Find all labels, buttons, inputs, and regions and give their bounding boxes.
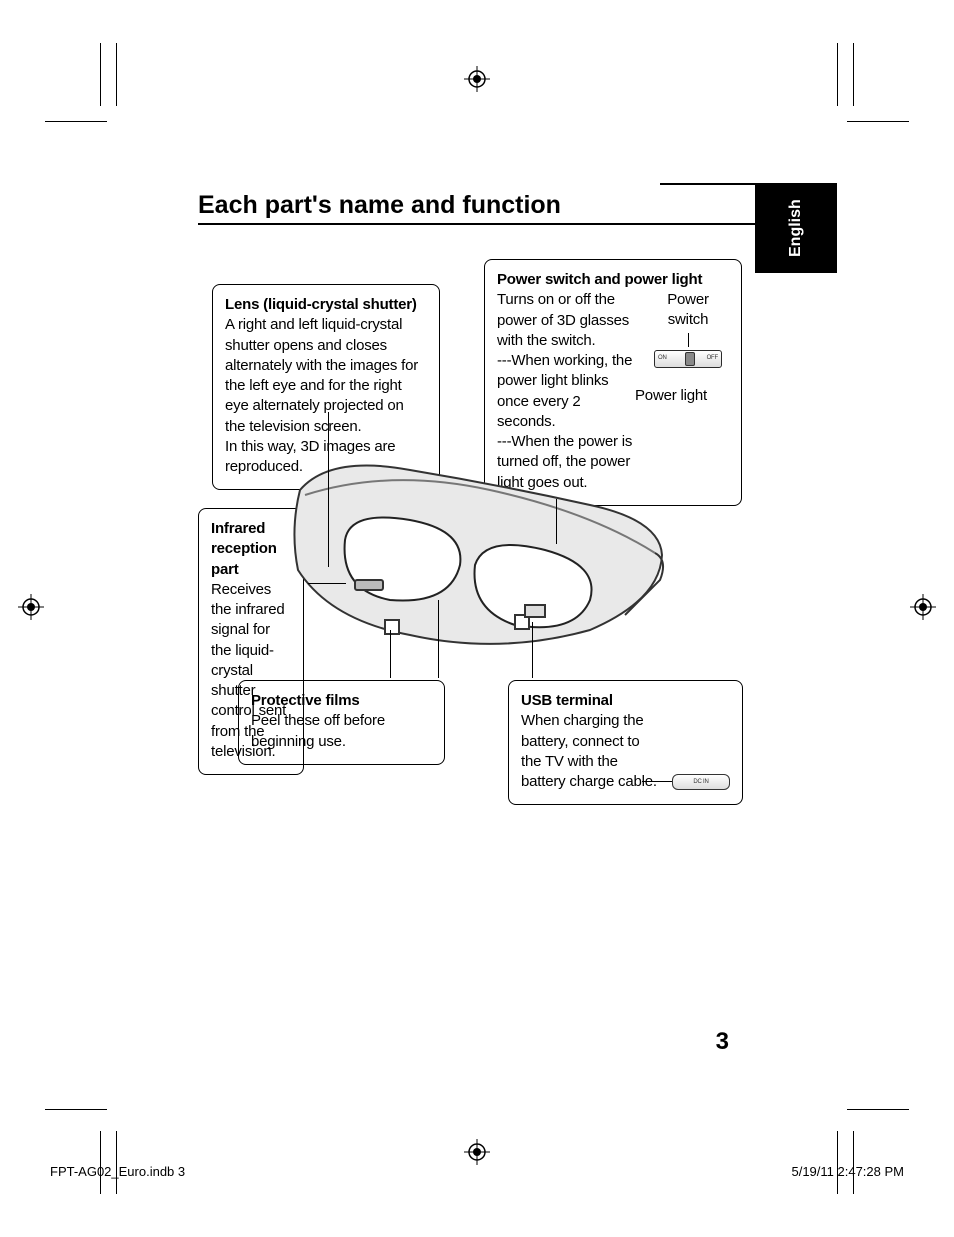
callout-title: Protective films: [251, 691, 432, 711]
registration-mark-icon: [910, 594, 936, 620]
leader-line: [390, 630, 391, 678]
crop-mark: [847, 121, 909, 122]
leader-line: [308, 583, 346, 584]
registration-mark-icon: [464, 1139, 490, 1165]
crop-mark: [45, 1109, 107, 1110]
registration-mark-icon: [18, 594, 44, 620]
crop-mark: [45, 121, 107, 122]
crop-mark: [100, 43, 101, 106]
leader-line: [688, 333, 689, 347]
registration-mark-icon: [464, 66, 490, 92]
leader-line: [532, 622, 533, 678]
callout-title: USB terminal: [521, 691, 730, 711]
language-tab: English: [755, 183, 837, 273]
usb-port-label: DC IN: [693, 778, 708, 786]
power-switch-icon: ON OFF: [654, 350, 722, 368]
power-switch-label: Power switch: [647, 290, 729, 329]
callout-body: Peel these off before beginning use.: [251, 711, 432, 752]
callout-title: Infrared reception part: [211, 519, 291, 580]
switch-off-label: OFF: [707, 355, 718, 363]
crop-mark: [837, 1131, 838, 1194]
crop-mark: [100, 1131, 101, 1194]
footer-timestamp: 5/19/11 2:47:28 PM: [791, 1164, 904, 1179]
crop-mark: [116, 43, 117, 106]
power-light-label: Power light: [635, 386, 729, 406]
switch-on-label: ON: [658, 355, 667, 363]
usb-port-icon: DC IN: [672, 774, 730, 790]
crop-mark: [847, 1109, 909, 1110]
rule-line: [660, 183, 755, 185]
callout-title: Power switch and power light: [497, 270, 729, 290]
glasses-diagram: [290, 450, 670, 670]
leader-line: [642, 781, 672, 782]
crop-mark: [116, 1131, 117, 1194]
rule-line: [198, 223, 755, 225]
leader-line: [438, 600, 439, 678]
crop-mark: [853, 43, 854, 106]
crop-mark: [853, 1131, 854, 1194]
footer: FPT-AG02_Euro.indb 3 5/19/11 2:47:28 PM: [50, 1164, 904, 1179]
page-number: 3: [716, 1028, 729, 1056]
switch-knob-icon: [685, 352, 695, 366]
callout-usb-terminal: USB terminal When charging the battery, …: [508, 680, 743, 805]
leader-line: [328, 412, 329, 567]
page-title: Each part's name and function: [198, 191, 561, 220]
footer-file: FPT-AG02_Euro.indb 3: [50, 1164, 185, 1179]
crop-mark: [837, 43, 838, 106]
leader-line: [556, 499, 557, 544]
callout-title: Lens (liquid-crystal shutter): [225, 295, 427, 315]
callout-protective-films: Protective films Peel these off before b…: [238, 680, 445, 765]
